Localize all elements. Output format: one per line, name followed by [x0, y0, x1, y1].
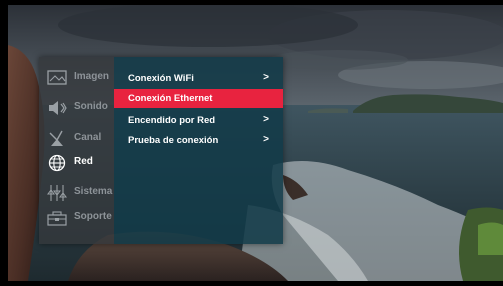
submenu-item-label: Prueba de conexión — [128, 135, 219, 146]
sidebar-item-imagen[interactable]: Imagen — [39, 65, 114, 91]
chevron-right-icon: > — [263, 72, 269, 83]
sidebar-item-label: Sonido — [74, 101, 108, 112]
sidebar-item-canal[interactable]: Canal — [39, 126, 114, 152]
submenu-item-ethernet[interactable]: Conexión Ethernet — [114, 89, 283, 108]
sidebar-item-sistema[interactable]: Sistema — [39, 180, 114, 206]
chevron-right-icon: > — [263, 134, 269, 145]
sidebar-item-red[interactable]: Red — [39, 150, 114, 176]
submenu-item-wake-on-lan[interactable]: Encendido por Red > — [114, 111, 283, 130]
submenu-item-label: Encendido por Red — [128, 115, 216, 126]
submenu-item-wifi[interactable]: Conexión WiFi > — [114, 69, 283, 88]
picture-icon — [46, 68, 68, 88]
submenu-item-label: Conexión WiFi — [128, 73, 194, 84]
sidebar-item-soporte[interactable]: Soporte — [39, 205, 114, 231]
tv-screen: Imagen Sonido Canal Red Sistema Soporte … — [0, 0, 503, 286]
sidebar-item-label: Imagen — [74, 71, 110, 82]
chevron-right-icon: > — [263, 114, 269, 125]
speaker-icon — [46, 98, 68, 118]
settings-menu: Imagen Sonido Canal Red Sistema Soporte … — [39, 57, 283, 244]
background-photo-area: Imagen Sonido Canal Red Sistema Soporte … — [8, 5, 503, 281]
sliders-icon — [46, 183, 68, 203]
settings-sidebar: Imagen Sonido Canal Red Sistema Soporte — [39, 57, 114, 244]
antenna-icon — [46, 129, 68, 149]
globe-icon — [46, 153, 68, 173]
sidebar-item-label: Canal — [74, 132, 102, 143]
submenu-item-label: Conexión Ethernet — [128, 93, 213, 104]
sidebar-item-label: Red — [74, 156, 93, 167]
toolbox-icon — [46, 208, 68, 228]
sidebar-item-label: Sistema — [74, 186, 113, 197]
submenu-item-connection-test[interactable]: Prueba de conexión > — [114, 131, 283, 150]
network-submenu: Conexión WiFi > Conexión Ethernet Encend… — [114, 57, 283, 244]
sidebar-item-sonido[interactable]: Sonido — [39, 95, 114, 121]
sidebar-item-label: Soporte — [74, 211, 112, 222]
